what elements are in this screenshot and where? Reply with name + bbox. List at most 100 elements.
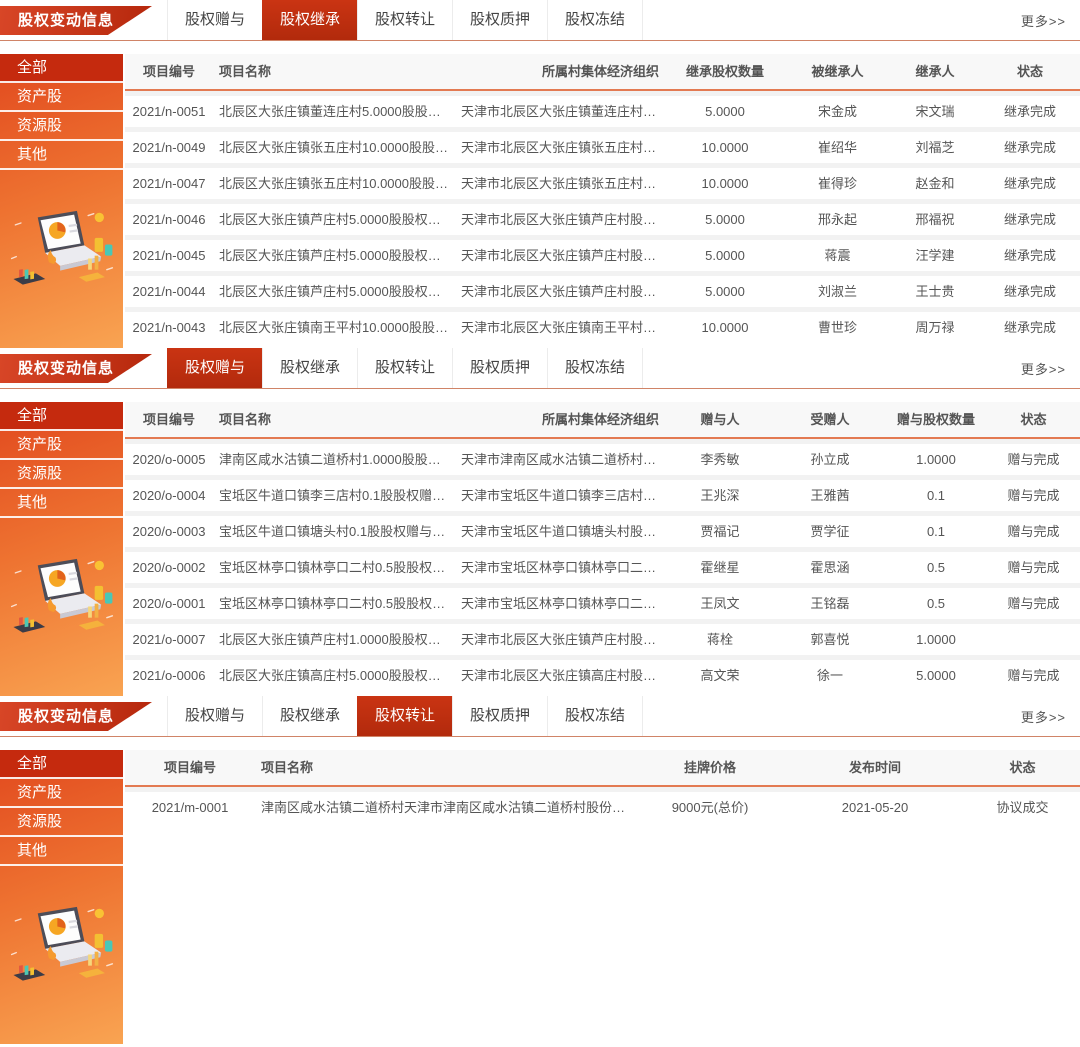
table-row[interactable]: 2020/o-0005 津南区咸水沽镇二道桥村1.0000股股权赠... 天津市… <box>125 439 1080 475</box>
sidebar-item-all[interactable]: 全部 <box>0 402 123 431</box>
tab-gift[interactable]: 股权赠与 <box>167 348 262 388</box>
table-row[interactable]: 2020/o-0002 宝坻区林亭口镇林亭口二村0.5股股权赠与... 天津市宝… <box>125 547 1080 583</box>
tab-freeze[interactable]: 股权冻结 <box>547 0 643 40</box>
cell-donor: 王凤文 <box>665 588 775 619</box>
sidebar-item-asset-shares[interactable]: 资产股 <box>0 83 123 112</box>
cell-village-org: 天津市北辰区大张庄镇张五庄村股... <box>455 168 665 199</box>
cell-village-org: 天津市北辰区大张庄镇南王平村股... <box>455 312 665 343</box>
cell-project-id: 2021/n-0044 <box>125 276 213 307</box>
cell-project-name: 北辰区大张庄镇芦庄村1.0000股股权赠与... <box>213 624 455 655</box>
tab-gift[interactable]: 股权赠与 <box>167 0 262 40</box>
cell-status: 赠与完成 <box>987 588 1080 619</box>
col-gift-amount: 赠与股权数量 <box>885 402 987 437</box>
more-link[interactable]: 更多>> <box>1021 11 1080 30</box>
sidebar-item-asset-shares[interactable]: 资产股 <box>0 431 123 460</box>
table-row[interactable]: 2021/o-0006 北辰区大张庄镇高庄村5.0000股股权赠与... 天津市… <box>125 655 1080 691</box>
cell-decedent: 蒋震 <box>785 240 890 271</box>
cell-recipient: 郭喜悦 <box>775 624 885 655</box>
cell-inherit-amount: 5.0000 <box>665 276 785 307</box>
tab-inheritance[interactable]: 股权继承 <box>262 348 357 388</box>
table-row[interactable]: 2021/n-0051 北辰区大张庄镇董连庄村5.0000股股权继... 天津市… <box>125 91 1080 127</box>
table-row[interactable]: 2021/n-0045 北辰区大张庄镇芦庄村5.0000股股权继承... 天津市… <box>125 235 1080 271</box>
cell-project-name: 北辰区大张庄镇张五庄村10.0000股股权继... <box>213 132 455 163</box>
cell-project-id: 2020/o-0004 <box>125 480 213 511</box>
cell-project-name: 宝坻区林亭口镇林亭口二村0.5股股权赠与... <box>213 588 455 619</box>
tab-pledge[interactable]: 股权质押 <box>452 696 547 736</box>
table-body: 2020/o-0005 津南区咸水沽镇二道桥村1.0000股股权赠... 天津市… <box>125 439 1080 691</box>
table-row[interactable]: 2020/o-0004 宝坻区牛道口镇李三店村0.1股股权赠与项目 天津市宝坻区… <box>125 475 1080 511</box>
tab-transfer[interactable]: 股权转让 <box>357 696 452 736</box>
col-publish-date: 发布时间 <box>785 750 965 785</box>
cell-status: 继承完成 <box>980 240 1080 271</box>
sidebar-item-all[interactable]: 全部 <box>0 750 123 779</box>
tab-transfer[interactable]: 股权转让 <box>357 348 452 388</box>
cell-project-name: 北辰区大张庄镇南王平村10.0000股股权继... <box>213 312 455 343</box>
more-link[interactable]: 更多>> <box>1021 707 1080 726</box>
cell-gift-amount: 0.1 <box>885 516 987 547</box>
cell-project-id: 2021/n-0047 <box>125 168 213 199</box>
sidebar-item-asset-shares[interactable]: 资产股 <box>0 779 123 808</box>
sidebar-item-resource-shares[interactable]: 资源股 <box>0 808 123 837</box>
cell-donor: 王兆深 <box>665 480 775 511</box>
tab-freeze[interactable]: 股权冻结 <box>547 348 643 388</box>
laptop-charts-illustration <box>6 552 118 646</box>
cell-village-org: 天津市宝坻区林亭口镇林亭口二村... <box>455 552 665 583</box>
col-listing-price: 挂牌价格 <box>635 750 785 785</box>
tabbar-gift: 股权变动信息 股权赠与 股权继承 股权转让 股权质押 股权冻结 更多>> <box>0 348 1080 389</box>
tab-inheritance[interactable]: 股权继承 <box>262 0 357 40</box>
cell-donor: 李秀敏 <box>665 444 775 475</box>
sidebar-item-other[interactable]: 其他 <box>0 837 123 866</box>
cell-village-org: 天津市宝坻区牛道口镇塘头村股份... <box>455 516 665 547</box>
col-village-org: 所属村集体经济组织 <box>455 54 665 89</box>
sidebar-item-all[interactable]: 全部 <box>0 54 123 83</box>
tabbar-inheritance: 股权变动信息 股权赠与 股权继承 股权转让 股权质押 股权冻结 更多>> <box>0 0 1080 41</box>
tab-freeze[interactable]: 股权冻结 <box>547 696 643 736</box>
cell-inherit-amount: 10.0000 <box>665 168 785 199</box>
table-row[interactable]: 2020/o-0003 宝坻区牛道口镇塘头村0.1股股权赠与项目 天津市宝坻区牛… <box>125 511 1080 547</box>
col-project-name: 项目名称 <box>213 402 455 437</box>
cell-project-id: 2021/o-0007 <box>125 624 213 655</box>
cell-recipient: 徐一 <box>775 660 885 691</box>
cell-project-name: 津南区咸水沽镇二道桥村天津市津南区咸水沽镇二道桥村股份经... <box>255 792 635 823</box>
col-project-id: 项目编号 <box>125 402 213 437</box>
cell-heir: 周万禄 <box>890 312 980 343</box>
tab-transfer[interactable]: 股权转让 <box>357 0 452 40</box>
table-header-row: 项目编号 项目名称 所属村集体经济组织 继承股权数量 被继承人 继承人 状态 <box>125 54 1080 91</box>
sidebar-item-resource-shares[interactable]: 资源股 <box>0 460 123 489</box>
cell-village-org: 天津市北辰区大张庄镇芦庄村股份... <box>455 624 665 655</box>
cell-status <box>987 624 1080 655</box>
more-link[interactable]: 更多>> <box>1021 359 1080 378</box>
tab-pledge[interactable]: 股权质押 <box>452 0 547 40</box>
cell-project-id: 2021/n-0043 <box>125 312 213 343</box>
table-row[interactable]: 2021/n-0047 北辰区大张庄镇张五庄村10.0000股股权继... 天津… <box>125 163 1080 199</box>
table-row[interactable]: 2021/n-0046 北辰区大张庄镇芦庄村5.0000股股权继承... 天津市… <box>125 199 1080 235</box>
sidebar-item-resource-shares[interactable]: 资源股 <box>0 112 123 141</box>
cell-heir: 赵金和 <box>890 168 980 199</box>
tab-gift[interactable]: 股权赠与 <box>167 696 262 736</box>
col-decedent: 被继承人 <box>785 54 890 89</box>
cell-project-id: 2021/n-0049 <box>125 132 213 163</box>
tab-pledge[interactable]: 股权质押 <box>452 348 547 388</box>
cell-project-id: 2020/o-0001 <box>125 588 213 619</box>
gift-table: 项目编号 项目名称 所属村集体经济组织 赠与人 受赠人 赠与股权数量 状态 20… <box>125 402 1080 696</box>
table-row[interactable]: 2021/m-0001 津南区咸水沽镇二道桥村天津市津南区咸水沽镇二道桥村股份经… <box>125 787 1080 823</box>
table-row[interactable]: 2021/n-0043 北辰区大张庄镇南王平村10.0000股股权继... 天津… <box>125 307 1080 343</box>
inheritance-table: 项目编号 项目名称 所属村集体经济组织 继承股权数量 被继承人 继承人 状态 2… <box>125 54 1080 348</box>
section-gift: 股权变动信息 股权赠与 股权继承 股权转让 股权质押 股权冻结 更多>> 全部 … <box>0 348 1080 696</box>
table-row[interactable]: 2021/n-0049 北辰区大张庄镇张五庄村10.0000股股权继... 天津… <box>125 127 1080 163</box>
section-title-flag: 股权变动信息 <box>0 702 152 731</box>
table-row[interactable]: 2020/o-0001 宝坻区林亭口镇林亭口二村0.5股股权赠与... 天津市宝… <box>125 583 1080 619</box>
sidebar-gift: 全部 资产股 资源股 其他 <box>0 402 123 696</box>
tab-inheritance[interactable]: 股权继承 <box>262 696 357 736</box>
table-row[interactable]: 2021/o-0007 北辰区大张庄镇芦庄村1.0000股股权赠与... 天津市… <box>125 619 1080 655</box>
cell-recipient: 孙立成 <box>775 444 885 475</box>
cell-status: 赠与完成 <box>987 516 1080 547</box>
sidebar-item-other[interactable]: 其他 <box>0 141 123 170</box>
cell-gift-amount: 0.5 <box>885 552 987 583</box>
cell-project-name: 北辰区大张庄镇芦庄村5.0000股股权继承... <box>213 276 455 307</box>
cell-inherit-amount: 5.0000 <box>665 240 785 271</box>
table-row[interactable]: 2021/n-0044 北辰区大张庄镇芦庄村5.0000股股权继承... 天津市… <box>125 271 1080 307</box>
sidebar-item-other[interactable]: 其他 <box>0 489 123 518</box>
col-status: 状态 <box>987 402 1080 437</box>
col-status: 状态 <box>965 750 1080 785</box>
